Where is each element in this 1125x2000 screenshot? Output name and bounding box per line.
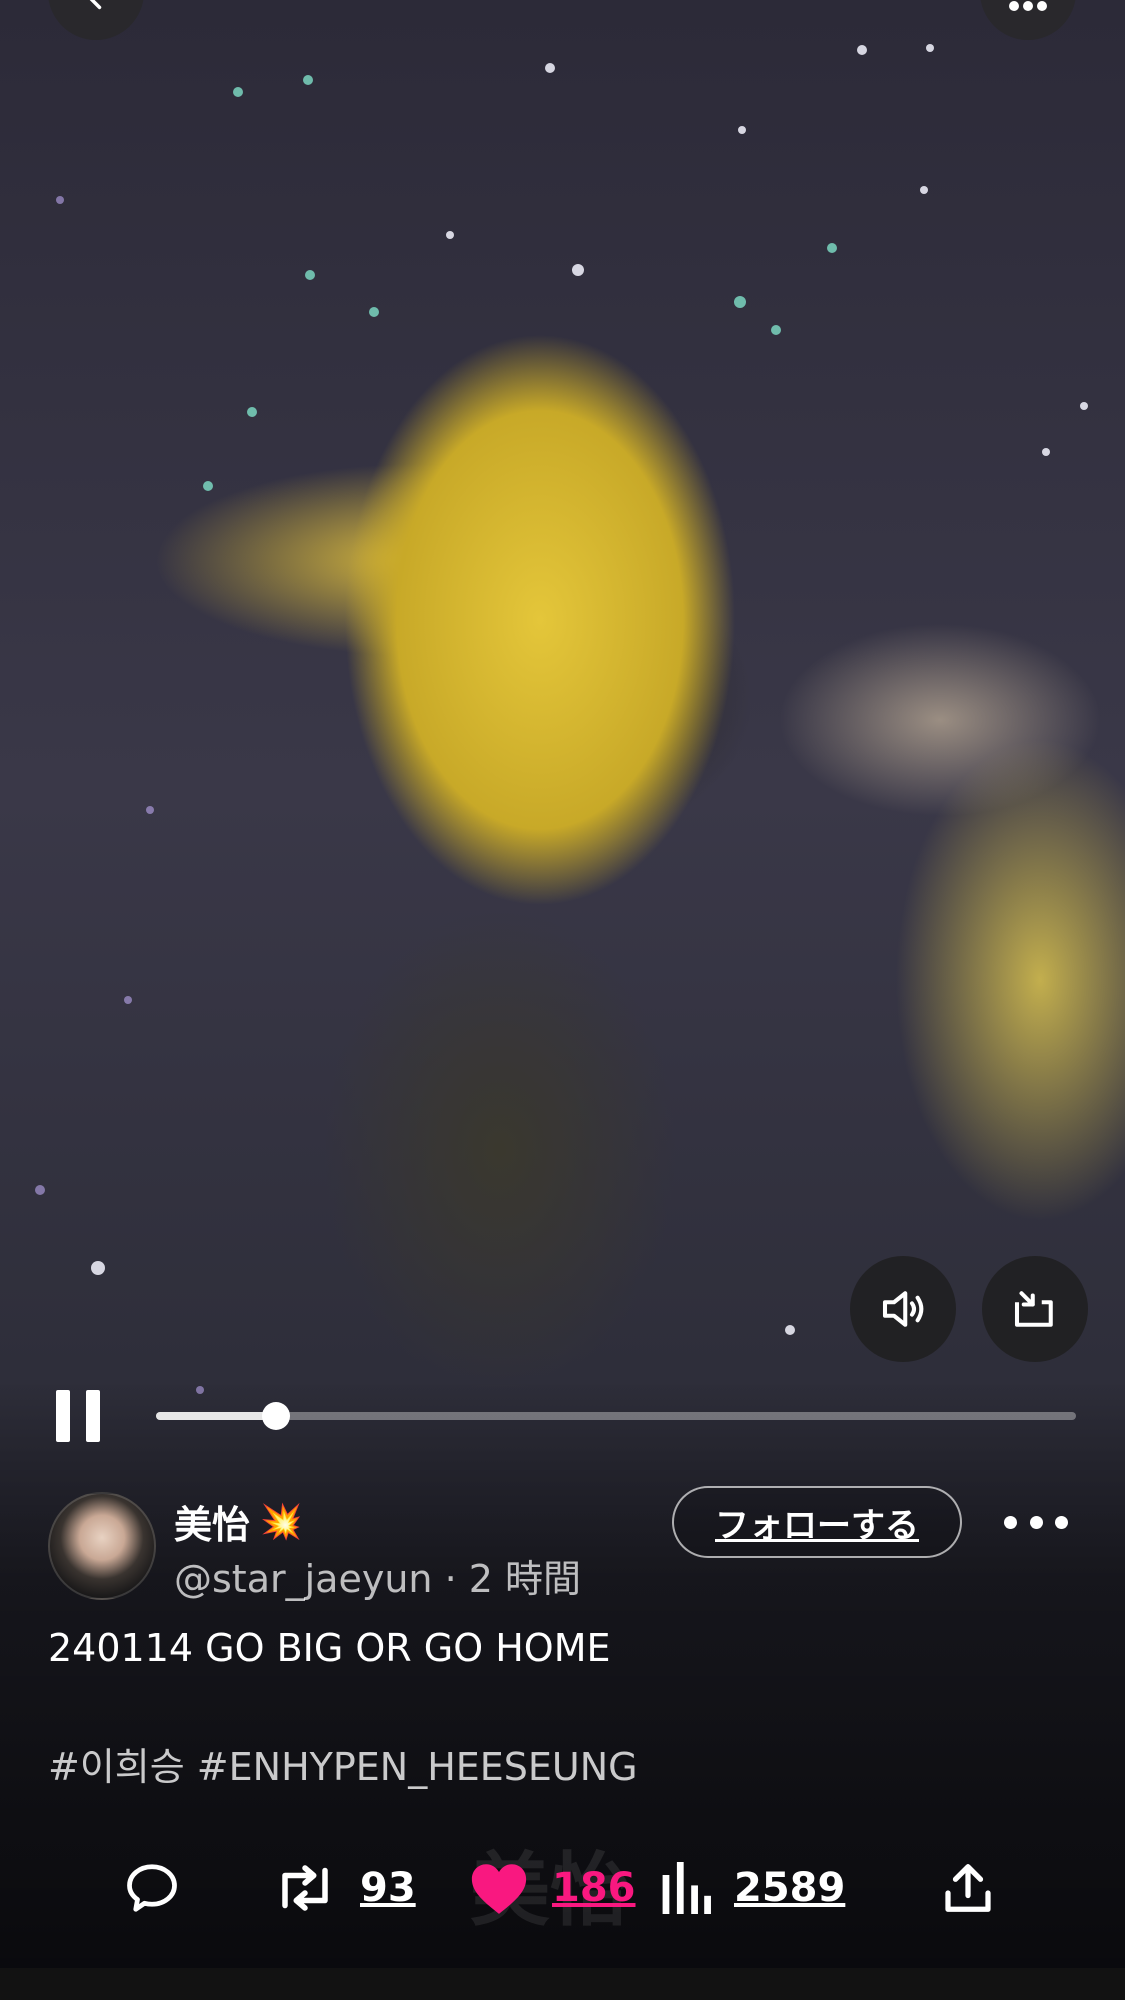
speaker-icon	[882, 1291, 924, 1327]
like-count: 186	[552, 1865, 636, 1911]
heart-filled-icon	[471, 1864, 527, 1914]
repost-count: 93	[360, 1865, 416, 1911]
picture-in-picture-icon	[1014, 1291, 1053, 1327]
handle-and-time[interactable]: @star_jaeyun · 2 時間	[174, 1548, 581, 1603]
more-horizontal-icon	[1009, 1, 1047, 11]
reply-icon	[127, 1864, 177, 1912]
video-progress-slider[interactable]	[156, 1402, 1076, 1430]
repost-icon	[282, 1865, 328, 1911]
reply-button[interactable]	[120, 1852, 184, 1924]
pause-icon	[56, 1390, 70, 1442]
share-button[interactable]	[938, 1852, 998, 1924]
share-icon	[945, 1864, 991, 1912]
more-horizontal-icon	[1004, 1515, 1017, 1529]
pause-button[interactable]	[56, 1390, 100, 1442]
progress-knob[interactable]	[261, 1402, 290, 1430]
display-name-text: 美怡	[174, 1503, 251, 1547]
progress-fill	[156, 1412, 276, 1420]
picture-in-picture-button[interactable]	[982, 1256, 1088, 1362]
like-button[interactable]: 186	[468, 1852, 636, 1924]
repost-button[interactable]: 93	[272, 1852, 416, 1924]
post-more-button[interactable]	[1004, 1504, 1068, 1540]
views-button[interactable]: 2589	[660, 1852, 845, 1924]
chevron-left-icon	[89, 0, 102, 10]
collision-emoji: 💥	[260, 1501, 303, 1542]
home-indicator-bar	[0, 1968, 1125, 2000]
display-name[interactable]: 美怡 💥	[174, 1494, 302, 1549]
hashtags[interactable]: #이희승 #ENHYPEN_HEESEUNG	[48, 1736, 638, 1791]
follow-button[interactable]: フォローする	[672, 1486, 962, 1558]
analytics-icon	[662, 1862, 711, 1914]
sound-button[interactable]	[850, 1256, 956, 1362]
avatar[interactable]	[48, 1492, 156, 1600]
views-count: 2589	[734, 1865, 846, 1911]
post-text: 240114 GO BIG OR GO HOME	[48, 1626, 611, 1670]
